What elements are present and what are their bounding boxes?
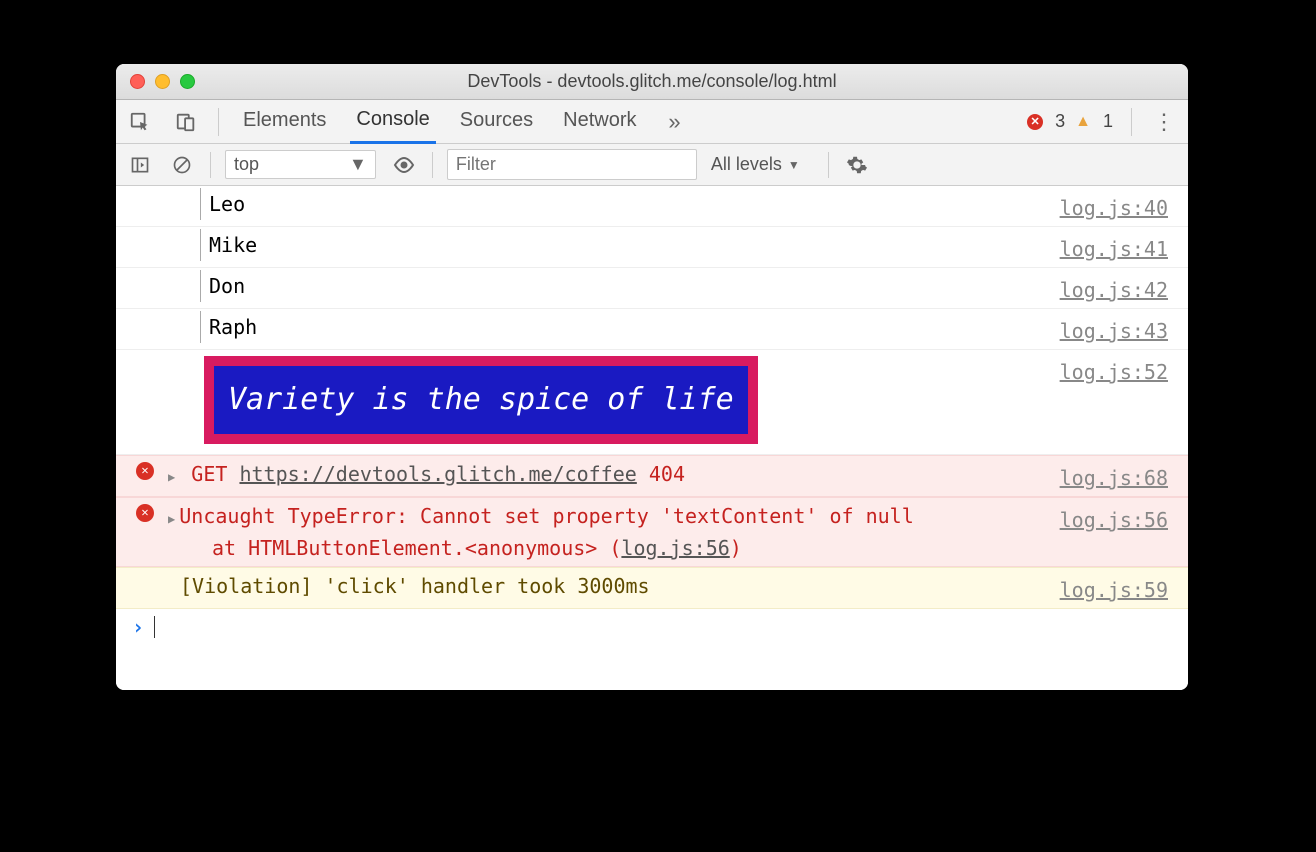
- divider: [210, 152, 211, 178]
- warning-badge-icon: ▲: [1075, 113, 1091, 131]
- devtools-tabbar: Elements Console Sources Network » ✕ 3 ▲…: [116, 100, 1188, 144]
- log-text: Leo: [200, 188, 1060, 220]
- log-row[interactable]: Leo log.js:40: [116, 186, 1188, 227]
- filter-input[interactable]: [447, 149, 697, 180]
- titlebar: DevTools - devtools.glitch.me/console/lo…: [116, 64, 1188, 100]
- stack-link[interactable]: log.js:56: [621, 536, 729, 560]
- error-message: Uncaught TypeError: Cannot set property …: [179, 504, 914, 528]
- console-prompt[interactable]: ›: [116, 609, 1188, 645]
- source-link[interactable]: log.js:59: [1060, 570, 1180, 606]
- warning-count: 1: [1103, 111, 1113, 132]
- source-link[interactable]: log.js:68: [1060, 458, 1180, 494]
- source-link[interactable]: log.js:42: [1060, 270, 1180, 306]
- error-icon: ✕: [136, 504, 154, 522]
- styled-log-text: Variety is the spice of life: [204, 356, 758, 444]
- console-log: Leo log.js:40 Mike log.js:41 Don log.js:…: [116, 186, 1188, 690]
- chevron-down-icon: ▼: [349, 154, 367, 175]
- settings-gear-icon[interactable]: [843, 151, 871, 179]
- source-link[interactable]: log.js:41: [1060, 229, 1180, 265]
- log-levels-select[interactable]: All levels ▼: [711, 154, 800, 175]
- error-icon: ✕: [136, 462, 154, 480]
- devtools-window: DevTools - devtools.glitch.me/console/lo…: [116, 64, 1188, 690]
- device-toggle-icon[interactable]: [172, 108, 200, 136]
- source-link[interactable]: log.js:56: [1060, 500, 1180, 536]
- log-row[interactable]: Raph log.js:43: [116, 309, 1188, 350]
- divider: [828, 152, 829, 178]
- error-row[interactable]: ✕ ▶ Uncaught TypeError: Cannot set proper…: [116, 497, 1188, 567]
- stack-prefix: at HTMLButtonElement.<anonymous> (: [212, 536, 621, 560]
- clear-console-icon[interactable]: [168, 151, 196, 179]
- window-title: DevTools - devtools.glitch.me/console/lo…: [116, 71, 1188, 92]
- text-cursor: [154, 616, 155, 638]
- tab-sources[interactable]: Sources: [454, 101, 539, 142]
- divider: [218, 108, 219, 136]
- stack-suffix: ): [730, 536, 742, 560]
- levels-label: All levels: [711, 154, 782, 175]
- live-expression-icon[interactable]: [390, 151, 418, 179]
- log-text: Mike: [200, 229, 1060, 261]
- tab-console[interactable]: Console: [350, 100, 435, 144]
- status-badges[interactable]: ✕ 3 ▲ 1: [1027, 111, 1113, 132]
- source-link[interactable]: log.js:52: [1060, 352, 1180, 388]
- tab-elements[interactable]: Elements: [237, 101, 332, 142]
- kebab-menu-icon[interactable]: ⋮: [1150, 108, 1178, 136]
- error-badge-icon: ✕: [1027, 114, 1043, 130]
- context-value: top: [234, 154, 259, 175]
- expand-icon[interactable]: ▶: [168, 470, 175, 484]
- console-toolbar: top ▼ All levels ▼: [116, 144, 1188, 186]
- log-row[interactable]: Mike log.js:41: [116, 227, 1188, 268]
- source-link[interactable]: log.js:43: [1060, 311, 1180, 347]
- divider: [432, 152, 433, 178]
- divider: [1131, 108, 1132, 136]
- log-text: Don: [200, 270, 1060, 302]
- http-method: GET: [191, 462, 227, 486]
- http-status: 404: [649, 462, 685, 486]
- log-row[interactable]: Variety is the spice of life log.js:52: [116, 350, 1188, 455]
- error-count: 3: [1055, 111, 1065, 132]
- toggle-sidebar-icon[interactable]: [126, 151, 154, 179]
- log-text: Raph: [200, 311, 1060, 343]
- execution-context-select[interactable]: top ▼: [225, 150, 376, 179]
- warning-text: [Violation] 'click' handler took 3000ms: [160, 570, 1060, 602]
- tab-network[interactable]: Network: [557, 101, 642, 142]
- inspect-icon[interactable]: [126, 108, 154, 136]
- expand-icon[interactable]: ▶: [168, 512, 175, 526]
- source-link[interactable]: log.js:40: [1060, 188, 1180, 224]
- error-row[interactable]: ✕ ▶ GET https://devtools.glitch.me/coffe…: [116, 455, 1188, 497]
- chevron-down-icon: ▼: [788, 158, 800, 172]
- more-tabs-icon[interactable]: »: [661, 108, 689, 136]
- log-row[interactable]: Don log.js:42: [116, 268, 1188, 309]
- warning-row[interactable]: [Violation] 'click' handler took 3000ms …: [116, 567, 1188, 609]
- url-link[interactable]: https://devtools.glitch.me/coffee: [239, 462, 636, 486]
- prompt-caret-icon: ›: [132, 615, 144, 639]
